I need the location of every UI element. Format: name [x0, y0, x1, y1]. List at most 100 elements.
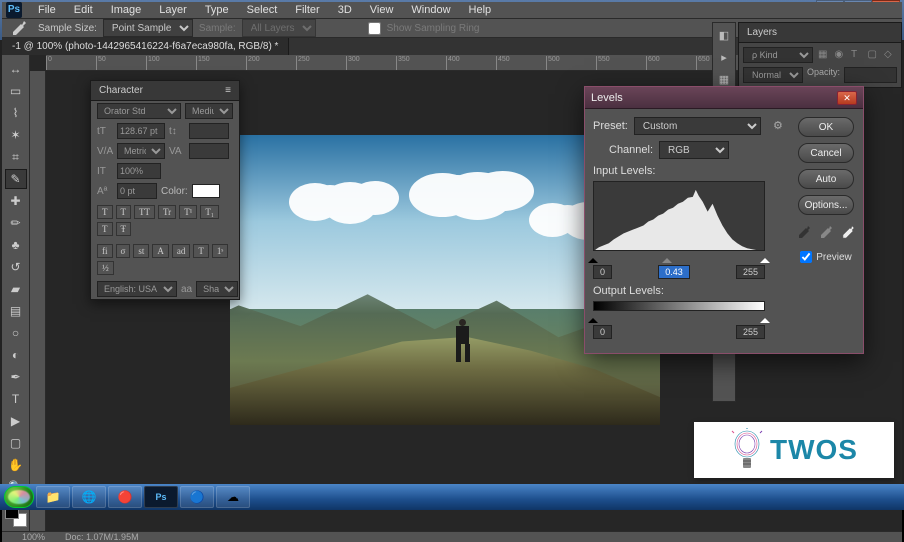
dodge-tool[interactable]: ◐	[5, 345, 27, 365]
blend-mode-select[interactable]: Normal	[743, 67, 803, 83]
output-white-value[interactable]: 255	[736, 325, 765, 339]
hand-tool[interactable]: ✋	[5, 455, 27, 475]
opentype-btn-2[interactable]: st	[133, 244, 149, 258]
font-size-input[interactable]	[117, 123, 165, 139]
cancel-button[interactable]: Cancel	[798, 143, 854, 163]
text-color-swatch[interactable]	[192, 184, 220, 198]
baseline-input[interactable]	[117, 183, 157, 199]
menu-select[interactable]: Select	[239, 2, 286, 18]
gradient-tool[interactable]: ▤	[5, 301, 27, 321]
white-point-slider[interactable]	[760, 253, 770, 263]
white-eyedropper-icon[interactable]	[841, 225, 855, 239]
black-point-slider[interactable]	[588, 253, 598, 263]
filter-pixel-icon[interactable]: ▦	[818, 49, 830, 61]
type-style-btn-4[interactable]: T¹	[179, 205, 197, 219]
path-select-tool[interactable]: ▶	[5, 411, 27, 431]
menu-file[interactable]: File	[30, 2, 64, 18]
brush-tool[interactable]: ✏	[5, 213, 27, 233]
opentype-btn-1[interactable]: σ	[116, 244, 131, 258]
move-tool[interactable]: ↔	[5, 59, 27, 79]
opentype-btn-4[interactable]: ad	[172, 244, 191, 258]
vscale-input[interactable]	[117, 163, 161, 179]
tracking-input[interactable]	[189, 143, 229, 159]
pen-tool[interactable]: ✒	[5, 367, 27, 387]
ok-button[interactable]: OK	[798, 117, 854, 137]
eyedropper-tool[interactable]: ✎	[5, 169, 27, 189]
opentype-btn-3[interactable]: A	[152, 244, 169, 258]
menu-type[interactable]: Type	[197, 2, 237, 18]
taskbar-internet-explorer[interactable]: 🌐	[72, 486, 106, 508]
taskbar-chrome[interactable]: 🔴	[108, 486, 142, 508]
quick-select-tool[interactable]: ✶	[5, 125, 27, 145]
sample-size-select[interactable]: Point Sample	[103, 19, 193, 37]
output-white-slider[interactable]	[760, 313, 770, 323]
history-panel-icon[interactable]: ◧	[716, 29, 732, 45]
opentype-btn-5[interactable]: T	[193, 244, 209, 258]
type-style-btn-5[interactable]: T₁	[200, 205, 219, 219]
panel-menu-icon[interactable]: ≡	[225, 85, 231, 96]
opentype-btn-7[interactable]: ½	[97, 261, 114, 275]
levels-dialog[interactable]: Levels ✕ Preset: Custom ⚙ Channel: RGB I…	[584, 86, 864, 354]
type-style-btn-0[interactable]: T	[97, 205, 113, 219]
taskbar-photoshop[interactable]: Ps	[144, 486, 178, 508]
preset-gear-icon[interactable]: ⚙	[773, 119, 787, 133]
opacity-input[interactable]	[844, 67, 897, 83]
filter-smart-icon[interactable]: ◇	[884, 49, 896, 61]
opentype-btn-0[interactable]: fi	[97, 244, 113, 258]
font-style-select[interactable]: Medium	[185, 103, 233, 119]
layer-filter-kind[interactable]: ρ Kind	[743, 47, 813, 63]
input-white-value[interactable]: 255	[736, 265, 765, 279]
kerning-select[interactable]: Metrics	[117, 143, 165, 159]
type-style-btn-3[interactable]: Tr	[158, 205, 176, 219]
menu-3d[interactable]: 3D	[330, 2, 360, 18]
output-slider[interactable]	[593, 313, 765, 325]
options-button[interactable]: Options...	[798, 195, 854, 215]
menu-layer[interactable]: Layer	[151, 2, 195, 18]
lasso-tool[interactable]: ⌇	[5, 103, 27, 123]
filter-type-icon[interactable]: T	[851, 49, 863, 61]
input-black-value[interactable]: 0	[593, 265, 612, 279]
eraser-tool[interactable]: ▰	[5, 279, 27, 299]
rectangle-tool[interactable]: ▢	[5, 433, 27, 453]
taskbar-teamviewer[interactable]: 🔵	[180, 486, 214, 508]
preset-select[interactable]: Custom	[634, 117, 761, 135]
zoom-level[interactable]: 100%	[22, 532, 45, 542]
marquee-tool[interactable]: ▭	[5, 81, 27, 101]
layer-filter-icons[interactable]: ▦ ◉ T ▢ ◇	[817, 49, 897, 61]
input-slider[interactable]	[593, 253, 765, 265]
actions-panel-icon[interactable]: ▸	[716, 51, 732, 67]
filter-shape-icon[interactable]: ▢	[867, 49, 879, 61]
opentype-btn-6[interactable]: 1ˢ	[212, 244, 228, 258]
antialias-select[interactable]: Sharp	[196, 281, 238, 297]
menu-filter[interactable]: Filter	[287, 2, 327, 18]
type-style-btn-2[interactable]: TT	[134, 205, 155, 219]
output-black-slider[interactable]	[588, 313, 598, 323]
filter-adjust-icon[interactable]: ◉	[834, 49, 846, 61]
start-button[interactable]	[4, 486, 34, 508]
character-tab[interactable]: Character	[99, 85, 143, 96]
menu-window[interactable]: Window	[403, 2, 458, 18]
blur-tool[interactable]: ○	[5, 323, 27, 343]
language-select[interactable]: English: USA	[97, 281, 177, 297]
clone-stamp-tool[interactable]: ♣	[5, 235, 27, 255]
black-eyedropper-icon[interactable]	[797, 225, 811, 239]
type-style-btn-7[interactable]: Ŧ	[116, 222, 132, 236]
channel-select[interactable]: RGB	[659, 141, 729, 159]
preview-checkbox[interactable]	[800, 251, 812, 263]
document-tab[interactable]: -1 @ 100% (photo-1442965416224-f6a7eca98…	[2, 38, 289, 55]
menu-help[interactable]: Help	[461, 2, 500, 18]
gamma-slider[interactable]	[662, 253, 672, 263]
menu-edit[interactable]: Edit	[66, 2, 101, 18]
layers-tab[interactable]: Layers	[739, 23, 901, 43]
crop-tool[interactable]: ⌗	[5, 147, 27, 167]
menu-view[interactable]: View	[362, 2, 402, 18]
output-black-value[interactable]: 0	[593, 325, 612, 339]
type-style-btn-1[interactable]: T	[116, 205, 132, 219]
levels-close-button[interactable]: ✕	[837, 91, 857, 105]
gray-eyedropper-icon[interactable]	[819, 225, 833, 239]
auto-button[interactable]: Auto	[798, 169, 854, 189]
type-tool[interactable]: T	[5, 389, 27, 409]
type-style-btn-6[interactable]: T	[97, 222, 113, 236]
history-brush-tool[interactable]: ↺	[5, 257, 27, 277]
healing-brush-tool[interactable]: ✚	[5, 191, 27, 211]
